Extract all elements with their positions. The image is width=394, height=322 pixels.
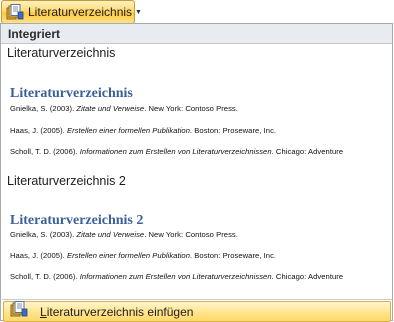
insert-bibliography-button[interactable]: Literaturverzeichnis einfügen	[3, 301, 391, 322]
insert-bibliography-label: Literaturverzeichnis einfügen	[40, 304, 194, 319]
preview-entry: Haas, J. (2005). Erstellen einer formell…	[10, 126, 277, 135]
gallery-item-title: Literaturverzeichnis 2	[7, 174, 126, 188]
insert-bibliography-icon	[10, 301, 28, 322]
dropdown-caret-icon: ▼	[135, 8, 142, 16]
bibliography-dropdown-button[interactable]: Literaturverzeichnis ▼	[1, 0, 142, 24]
preview-entry: Haas, J. (2005). Erstellen einer formell…	[10, 251, 277, 260]
footer-divider	[2, 299, 392, 300]
bibliography-book-icon	[6, 4, 24, 20]
preview-entry: Gnielka, S. (2003). Zitate und Verweise.…	[10, 104, 238, 113]
preview-entry: Scholl, T. D. (2006). Informationen zum …	[10, 272, 344, 281]
preview-entry: Gnielka, S. (2003). Zitate und Verweise.…	[10, 230, 238, 239]
preview-entry: Scholl, T. D. (2006). Informationen zum …	[10, 147, 344, 156]
section-header-integriert: Integriert	[1, 24, 392, 44]
preview-heading: Literaturverzeichnis 2	[10, 213, 144, 228]
preview-heading: Literaturverzeichnis	[10, 86, 133, 101]
bibliography-gallery: Integriert Literaturverzeichnis Literatu…	[0, 23, 393, 322]
bibliography-button-label: Literaturverzeichnis	[28, 5, 133, 19]
gallery-item-title: Literaturverzeichnis	[7, 46, 116, 60]
